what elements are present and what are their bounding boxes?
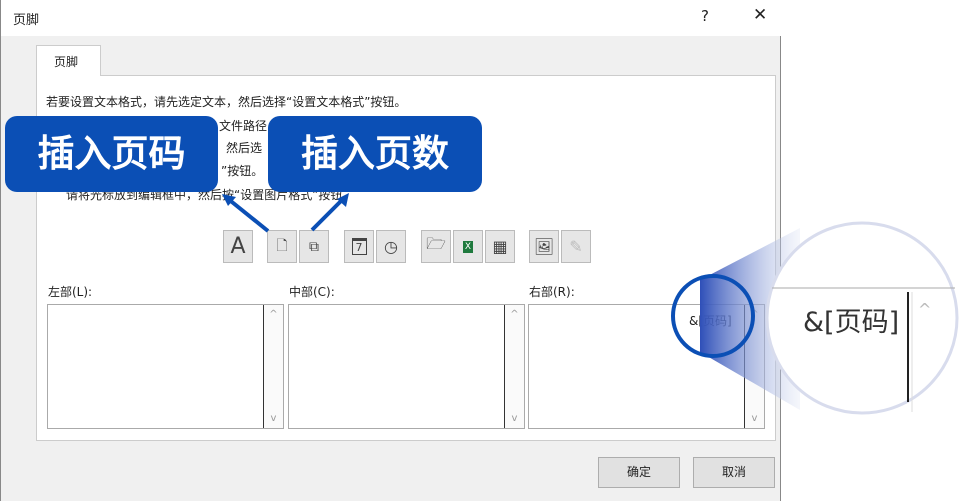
magnified-text: &[页码] [803,307,900,338]
callout-insert-page-count: 插入页数 [268,116,482,192]
callout-insert-page-number: 插入页码 [5,116,218,192]
arrow-page-number [225,196,270,233]
magnified-scroll-up-icon: ^ [918,300,932,319]
arrow-page-count [310,196,346,232]
annotation-overlay [222,193,959,415]
